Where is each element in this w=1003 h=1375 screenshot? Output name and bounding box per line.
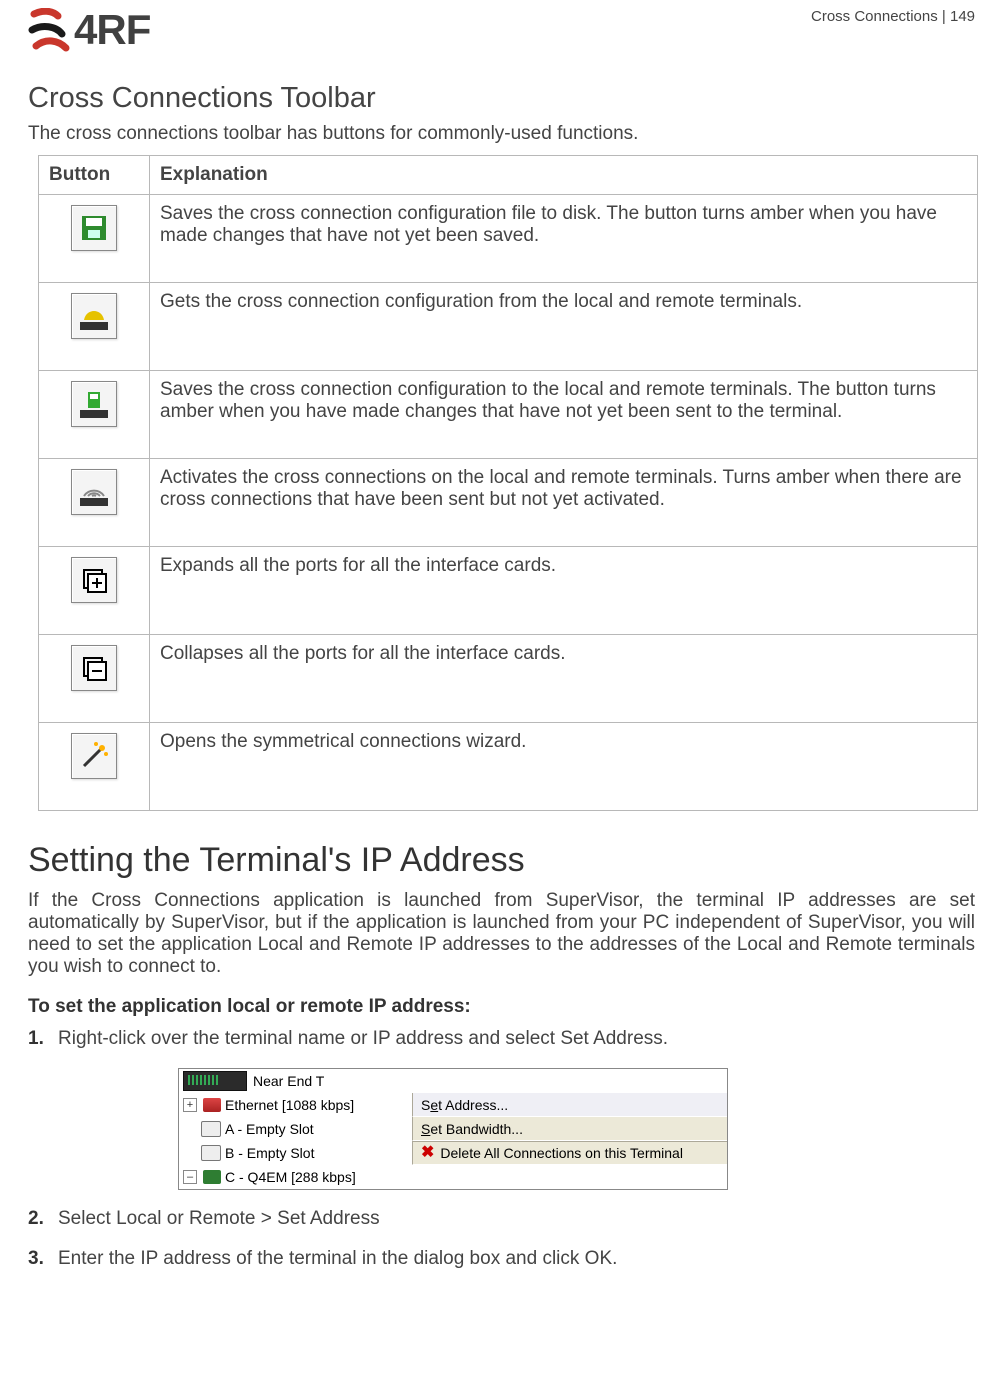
menu-set-address[interactable]: Set Address... [412,1093,727,1117]
menu-delete-all[interactable]: ✖ Delete All Connections on this Termina… [412,1141,727,1165]
tree-slot-b[interactable]: B - Empty Slot [225,1145,314,1161]
cell-text: Opens the symmetrical connections wizard… [150,723,978,811]
step-3: Enter the IP address of the terminal in … [28,1248,975,1270]
near-end-label: Near End T [253,1073,324,1089]
table-row: Opens the symmetrical connections wizard… [39,723,978,811]
tree-ethernet[interactable]: Ethernet [1088 kbps] [225,1097,354,1113]
table-row: Expands all the ports for all the interf… [39,547,978,635]
toolbar-table: Button Explanation Saves the cross conne… [38,155,978,811]
tree-expand-icon[interactable]: + [183,1098,197,1112]
cell-text: Activates the cross connections on the l… [150,459,978,547]
table-row: Saves the cross connection configuration… [39,195,978,283]
save-disk-icon [71,205,117,251]
tree-collapse-icon[interactable]: – [183,1170,197,1184]
cell-text: Saves the cross connection configuration… [150,195,978,283]
send-config-icon [71,381,117,427]
th-button: Button [39,156,150,195]
table-row: Gets the cross connection configuration … [39,283,978,371]
card-icon [203,1170,221,1184]
table-row: Activates the cross connections on the l… [39,459,978,547]
menu-set-bandwidth[interactable]: Set Bandwidth... [412,1117,727,1141]
table-row: Collapses all the ports for all the inte… [39,635,978,723]
table-row: Saves the cross connection configuration… [39,371,978,459]
cell-text: Collapses all the ports for all the inte… [150,635,978,723]
section-intro: The cross connections toolbar has button… [28,123,975,145]
section-ip-para: If the Cross Connections application is … [28,890,975,978]
logo-mark-icon [28,8,72,52]
page-info: Cross Connections | 149 [811,8,975,25]
step-2: Select Local or Remote > Set Address [28,1208,975,1230]
ethernet-icon [203,1098,221,1112]
logo: 4RF [28,6,150,54]
step-1: Right-click over the terminal name or IP… [28,1028,975,1050]
context-menu-screenshot: Near End T + Ethernet [1088 kbps] Set Ad… [178,1068,728,1190]
steps-list: Right-click over the terminal name or IP… [28,1028,975,1050]
cell-text: Expands all the ports for all the interf… [150,547,978,635]
steps-list-cont: Select Local or Remote > Set Address Ent… [28,1208,975,1270]
empty-slot-icon [201,1145,221,1161]
terminal-device-icon [183,1071,247,1091]
delete-icon: ✖ [421,1145,434,1161]
th-explanation: Explanation [150,156,978,195]
tree-slot-c[interactable]: C - Q4EM [288 kbps] [225,1169,356,1185]
section-ip-subhead: To set the application local or remote I… [28,996,975,1018]
menu-label: Set Bandwidth... [421,1121,523,1137]
tree-slot-a[interactable]: A - Empty Slot [225,1121,314,1137]
cell-text: Saves the cross connection configuration… [150,371,978,459]
cell-text: Gets the cross connection configuration … [150,283,978,371]
section-title-toolbar: Cross Connections Toolbar [28,82,975,115]
activate-icon [71,469,117,515]
menu-label: Delete All Connections on this Terminal [440,1145,683,1161]
collapse-all-icon [71,645,117,691]
logo-text: 4RF [74,6,150,54]
section-title-ip: Setting the Terminal's IP Address [28,841,975,880]
menu-label: Set Address... [421,1097,508,1113]
page-header: 4RF Cross Connections | 149 [28,6,975,54]
get-config-icon [71,293,117,339]
wizard-icon [71,733,117,779]
expand-all-icon [71,557,117,603]
empty-slot-icon [201,1121,221,1137]
